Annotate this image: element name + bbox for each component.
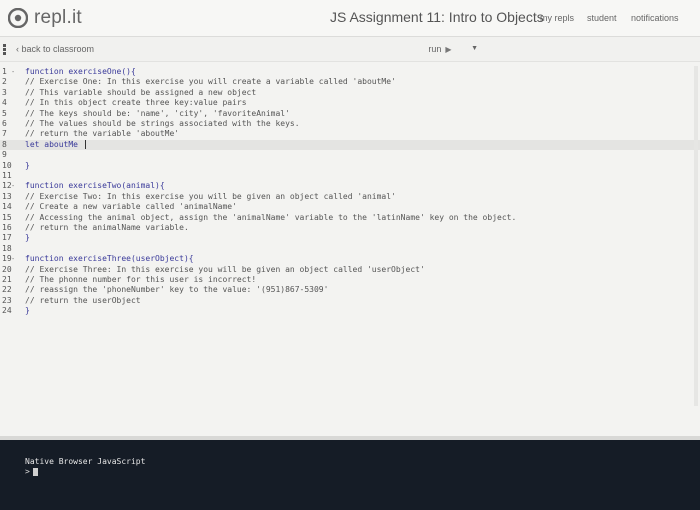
brand-name: repl.it [34, 7, 82, 28]
nav-notifications[interactable]: notifications [631, 13, 679, 23]
line-number: 6 [2, 119, 7, 128]
menu-icon[interactable] [3, 44, 7, 55]
line-number: 16 [2, 223, 12, 232]
code-line[interactable]: 23 // return the userObject [0, 296, 700, 306]
code-text: function exerciseTwo(animal){ [25, 181, 165, 191]
run-button[interactable]: run ▶ ▼ [400, 41, 480, 57]
code-text: function exerciseThree(userObject){ [25, 254, 194, 264]
line-number: 1 [2, 67, 7, 76]
text-cursor [84, 139, 86, 149]
brand[interactable]: repl.it [8, 7, 82, 29]
code-text: let aboutMe [25, 139, 86, 150]
console-panel[interactable]: Native Browser JavaScript > [0, 440, 700, 510]
code-line[interactable]: 2 // Exercise One: In this exercise you w… [0, 77, 700, 87]
sub-bar: ‹ back to classroom run ▶ ▼ [0, 37, 700, 62]
code-line[interactable]: 16 // return the animalName variable. [0, 223, 700, 233]
page-title: JS Assignment 11: Intro to Objects [330, 9, 544, 25]
line-number: 17 [2, 233, 12, 243]
line-number: 23 [2, 295, 12, 305]
back-to-classroom-link[interactable]: ‹ back to classroom [16, 44, 94, 54]
console-cursor [32, 467, 38, 476]
code-text: // This variable should be assigned a ne… [25, 87, 257, 97]
code-text: // return the animalName variable. [25, 223, 189, 232]
code-line[interactable]: 20 // Exercise Three: In this exercise yo… [0, 265, 700, 275]
line-number: 15 [2, 212, 12, 222]
line-number: 12 [2, 181, 12, 191]
code-line[interactable]: 21 // The phonne number for this user is … [0, 275, 700, 285]
code-line[interactable]: 1- function exerciseOne(){ [0, 67, 700, 77]
code-line[interactable]: 10} [0, 161, 700, 171]
code-text: function exerciseOne(){ [25, 67, 136, 76]
code-line[interactable]: 5 // The keys should be: 'name', 'city', … [0, 109, 700, 119]
nav-student[interactable]: student [587, 13, 617, 23]
code-line[interactable]: 12- function exerciseTwo(animal){ [0, 181, 700, 191]
line-number: 22 [2, 285, 12, 295]
code-line[interactable]: 22 // reassign the 'phoneNumber' key to t… [0, 285, 700, 295]
line-number: 21 [2, 275, 12, 284]
code-line[interactable]: 19- function exerciseThree(userObject){ [0, 254, 700, 264]
code-text: } [25, 306, 30, 316]
code-line[interactable]: 13 // Exercise Two: In this exercise you … [0, 192, 700, 202]
back-label: back to classroom [21, 44, 95, 54]
fold-toggle-icon[interactable]: - [11, 67, 15, 77]
code-line[interactable]: 15 // Accessing the animal object, assign… [0, 213, 700, 223]
top-bar: repl.it JS Assignment 11: Intro to Objec… [0, 0, 700, 37]
code-text: } [25, 233, 30, 243]
line-number: 19 [2, 254, 12, 264]
code-text: // return the userObject [25, 295, 141, 305]
code-text: // The keys should be: 'name', 'city', '… [25, 108, 290, 118]
code-text: } [25, 160, 30, 170]
fold-toggle-icon[interactable]: - [11, 181, 15, 191]
code-line[interactable]: 17} [0, 233, 700, 243]
code-text: // Create a new variable called 'animalN… [25, 202, 237, 212]
code-text: // The values should be strings associat… [25, 119, 300, 128]
line-number: 5 [2, 108, 7, 118]
code-line[interactable]: 3 // This variable should be assigned a n… [0, 88, 700, 98]
nav-my-repls[interactable]: my repls [540, 13, 574, 23]
code-text: // The phonne number for this user is in… [25, 275, 257, 284]
line-number: 10 [2, 160, 12, 170]
repl-logo-icon [8, 8, 28, 28]
line-number: 20 [2, 264, 12, 274]
play-icon: ▶ [445, 44, 452, 54]
line-number: 8 [2, 139, 7, 149]
code-line[interactable]: 6 // The values should be strings associa… [0, 119, 700, 129]
line-number: 24 [2, 306, 12, 316]
line-number: 4 [2, 98, 7, 108]
code-line[interactable]: 14 // Create a new variable called 'anima… [0, 202, 700, 212]
code-line[interactable]: 9 [0, 150, 700, 160]
line-number: 14 [2, 202, 12, 212]
prompt-symbol: > [25, 467, 30, 476]
code-text: // Exercise Three: In this exercise you … [25, 264, 425, 274]
line-number: 2 [2, 77, 7, 87]
console-prompt[interactable]: > [25, 467, 38, 476]
code-text: // In this object create three key:value… [25, 98, 247, 108]
code-text: // Exercise Two: In this exercise you wi… [25, 191, 396, 201]
code-line[interactable]: 11 [0, 171, 700, 181]
code-text: // Accessing the animal object, assign t… [25, 212, 517, 222]
fold-toggle-icon[interactable]: - [11, 254, 15, 264]
code-text: // Exercise One: In this exercise you wi… [25, 77, 396, 87]
line-number: 3 [2, 87, 7, 97]
line-number: 7 [2, 129, 7, 139]
run-label: run [428, 44, 442, 54]
line-number: 18 [2, 243, 12, 253]
code-line[interactable]: 24} [0, 306, 700, 316]
code-line[interactable]: 18 [0, 244, 700, 254]
editor-scrollbar[interactable] [694, 66, 698, 406]
code-text: // return the variable 'aboutMe' [25, 129, 180, 139]
caret-down-icon[interactable]: ▼ [471, 45, 478, 52]
code-editor[interactable]: 1- function exerciseOne(){2// Exercise On… [0, 63, 700, 423]
console-header: Native Browser JavaScript [25, 457, 146, 466]
line-number: 13 [2, 191, 12, 201]
code-line[interactable]: 8 let aboutMe [0, 139, 700, 150]
code-line[interactable]: 7 // return the variable 'aboutMe' [0, 129, 700, 139]
line-number: 9 [2, 150, 7, 160]
code-text: // reassign the 'phoneNumber' key to the… [25, 285, 329, 295]
code-line[interactable]: 4 // In this object create three key:valu… [0, 98, 700, 108]
line-number: 11 [2, 171, 12, 180]
